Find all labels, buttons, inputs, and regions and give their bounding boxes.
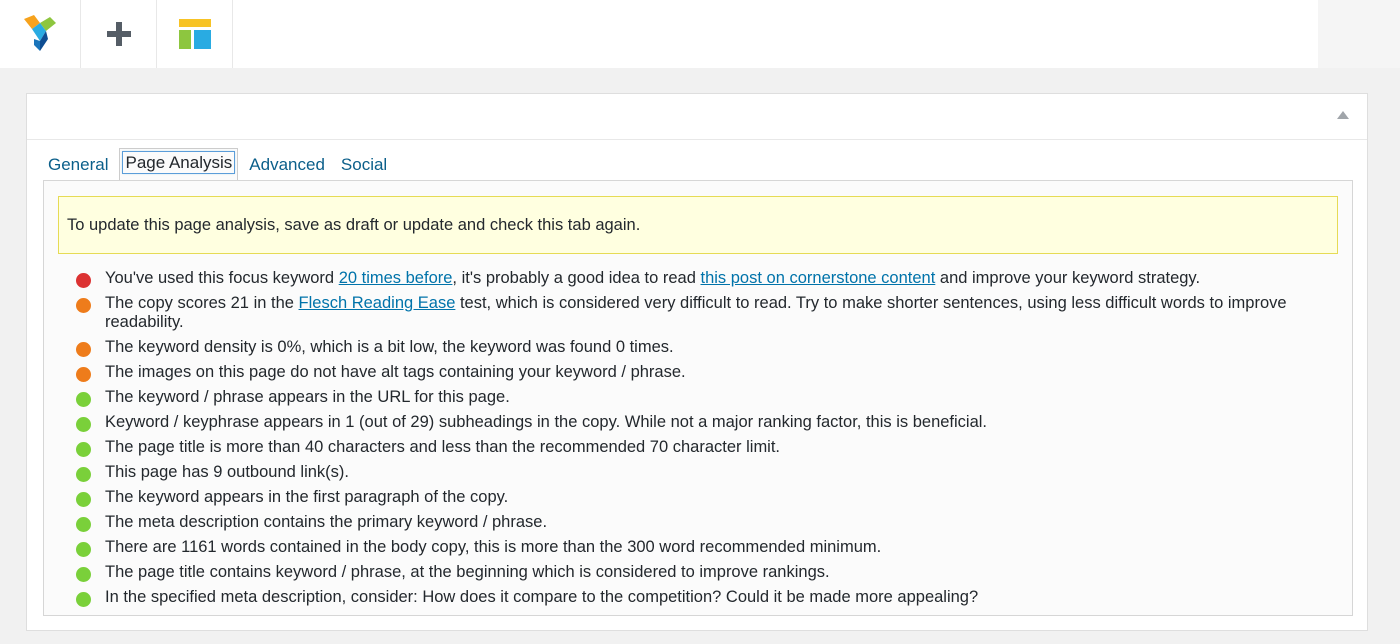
result-text: The meta description contains the primar…: [105, 513, 548, 531]
seo-metabox: General Page Analysis Advanced Social To…: [26, 93, 1368, 631]
status-dot-good-icon: [76, 392, 91, 407]
result-item: The meta description contains the primar…: [44, 513, 1352, 532]
metabox-header: [27, 94, 1367, 140]
status-dot-good-icon: [76, 442, 91, 457]
collapse-arrow-icon[interactable]: [1337, 111, 1349, 119]
tab-page-analysis[interactable]: Page Analysis: [119, 148, 239, 181]
status-dot-good-icon: [76, 467, 91, 482]
result-item: The copy scores 21 in the Flesch Reading…: [44, 294, 1352, 332]
result-item: There are 1161 words contained in the bo…: [44, 538, 1352, 557]
result-text: The keyword / phrase appears in the URL …: [105, 388, 510, 406]
result-item: In the specified meta description, consi…: [44, 588, 1352, 607]
add-element-button[interactable]: [81, 0, 157, 68]
visual-composer-button[interactable]: [0, 0, 81, 68]
update-notice: To update this page analysis, save as dr…: [58, 196, 1338, 254]
result-item: The keyword / phrase appears in the URL …: [44, 388, 1352, 407]
analysis-results-list: You've used this focus keyword 20 times …: [44, 269, 1352, 613]
plus-icon: [106, 22, 131, 46]
editor-toolbar: [0, 0, 1318, 68]
times-before-link[interactable]: 20 times before: [339, 269, 453, 287]
layout-template-icon: [178, 19, 211, 49]
status-dot-ok-icon: [76, 298, 91, 313]
result-text: The page title contains keyword / phrase…: [105, 563, 830, 581]
tab-page-analysis-label: Page Analysis: [122, 151, 236, 174]
status-dot-ok-icon: [76, 367, 91, 382]
flesch-reading-ease-link[interactable]: Flesch Reading Ease: [299, 294, 456, 312]
result-text: The images on this page do not have alt …: [105, 363, 686, 381]
page-analysis-panel: To update this page analysis, save as dr…: [43, 180, 1353, 616]
result-text: , it's probably a good idea to read: [452, 269, 701, 287]
tab-social[interactable]: Social: [336, 150, 392, 180]
status-dot-good-icon: [76, 592, 91, 607]
tab-advanced[interactable]: Advanced: [244, 150, 330, 180]
tab-general[interactable]: General: [43, 150, 113, 180]
cornerstone-content-link[interactable]: this post on cornerstone content: [701, 269, 936, 287]
result-item: This page has 9 outbound link(s).: [44, 463, 1352, 482]
result-text: You've used this focus keyword: [105, 269, 339, 287]
status-dot-good-icon: [76, 517, 91, 532]
result-item: The images on this page do not have alt …: [44, 363, 1352, 382]
result-item: You've used this focus keyword 20 times …: [44, 269, 1352, 288]
status-dot-good-icon: [76, 417, 91, 432]
result-text: The keyword density is 0%, which is a bi…: [105, 338, 674, 356]
toolbar-filler: [1318, 0, 1400, 68]
result-text: In the specified meta description, consi…: [105, 588, 979, 606]
result-text: and improve your keyword strategy.: [935, 269, 1201, 287]
status-dot-good-icon: [76, 492, 91, 507]
status-dot-ok-icon: [76, 342, 91, 357]
result-text: The copy scores 21 in the: [105, 294, 299, 312]
visual-composer-logo-icon: [24, 15, 56, 51]
result-text: This page has 9 outbound link(s).: [105, 463, 349, 481]
status-dot-good-icon: [76, 542, 91, 557]
templates-button[interactable]: [157, 0, 233, 68]
status-dot-bad-icon: [76, 273, 91, 288]
result-text: The page title is more than 40 character…: [105, 438, 781, 456]
result-item: The keyword density is 0%, which is a bi…: [44, 338, 1352, 357]
result-item: The page title contains keyword / phrase…: [44, 563, 1352, 582]
result-text: There are 1161 words contained in the bo…: [105, 538, 882, 556]
result-item: The page title is more than 40 character…: [44, 438, 1352, 457]
result-text: The keyword appears in the first paragra…: [105, 488, 509, 506]
result-text: Keyword / keyphrase appears in 1 (out of…: [105, 413, 988, 431]
status-dot-good-icon: [76, 567, 91, 582]
result-item: Keyword / keyphrase appears in 1 (out of…: [44, 413, 1352, 432]
tab-bar: General Page Analysis Advanced Social: [43, 148, 398, 181]
result-item: The keyword appears in the first paragra…: [44, 488, 1352, 507]
